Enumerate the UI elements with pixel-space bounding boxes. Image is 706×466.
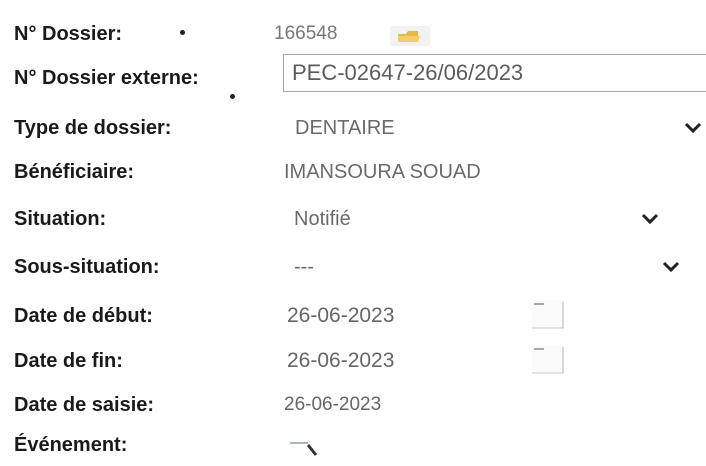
scan-speck xyxy=(180,30,185,35)
dossier-label: N° Dossier: xyxy=(14,23,123,45)
dossier-externe-input[interactable] xyxy=(283,54,706,92)
sous-situation-label: Sous-situation: xyxy=(14,256,160,278)
date-fin-label: Date de fin: xyxy=(14,350,123,372)
row-sous-situation: Sous-situation: --- xyxy=(0,247,706,287)
row-situation: Situation: Notifié xyxy=(0,199,706,239)
type-dossier-label: Type de dossier: xyxy=(14,117,172,139)
date-debut-value[interactable]: 26-06-2023 xyxy=(287,296,394,336)
row-dossier: N° Dossier: 166548 xyxy=(0,14,706,54)
dossier-value: 166548 xyxy=(274,23,338,44)
row-date-saisie: Date de saisie: 26-06-2023 xyxy=(0,385,706,425)
row-beneficiaire: Bénéficiaire: IMANSOURA SOUAD xyxy=(0,152,706,192)
chevron-down-icon[interactable] xyxy=(662,260,680,274)
type-dossier-selected: DENTAIRE xyxy=(295,117,395,139)
folder-icon[interactable] xyxy=(388,22,432,48)
row-type-dossier: Type de dossier: DENTAIRE xyxy=(0,108,706,148)
date-debut-label: Date de début: xyxy=(14,305,153,327)
calendar-icon[interactable] xyxy=(528,298,568,330)
row-evenement: Événement: xyxy=(0,425,706,465)
chevron-down-icon[interactable] xyxy=(684,121,702,135)
calendar-icon[interactable] xyxy=(528,343,568,375)
row-date-fin: Date de fin: 26-06-2023 xyxy=(0,341,706,381)
evenement-label: Événement: xyxy=(14,434,128,456)
beneficiaire-value: IMANSOURA SOUAD xyxy=(284,161,481,183)
scan-speck xyxy=(230,94,235,99)
beneficiaire-label: Bénéficiaire: xyxy=(14,161,135,183)
sous-situation-selected: --- xyxy=(294,256,314,278)
date-saisie-label: Date de saisie: xyxy=(14,394,155,416)
situation-selected: Notifié xyxy=(294,208,351,230)
situation-label: Situation: xyxy=(14,208,107,230)
date-saisie-value: 26-06-2023 xyxy=(284,394,382,415)
row-date-debut: Date de début: 26-06-2023 xyxy=(0,296,706,336)
dossier-externe-label: N° Dossier externe: xyxy=(14,67,199,89)
dossier-form: N° Dossier: 166548 N° Dossier externe: T… xyxy=(0,0,706,462)
chevron-down-icon[interactable] xyxy=(641,212,659,226)
date-fin-value[interactable]: 26-06-2023 xyxy=(287,341,394,381)
row-dossier-externe: N° Dossier externe: xyxy=(0,54,706,99)
search-icon[interactable] xyxy=(284,433,322,461)
